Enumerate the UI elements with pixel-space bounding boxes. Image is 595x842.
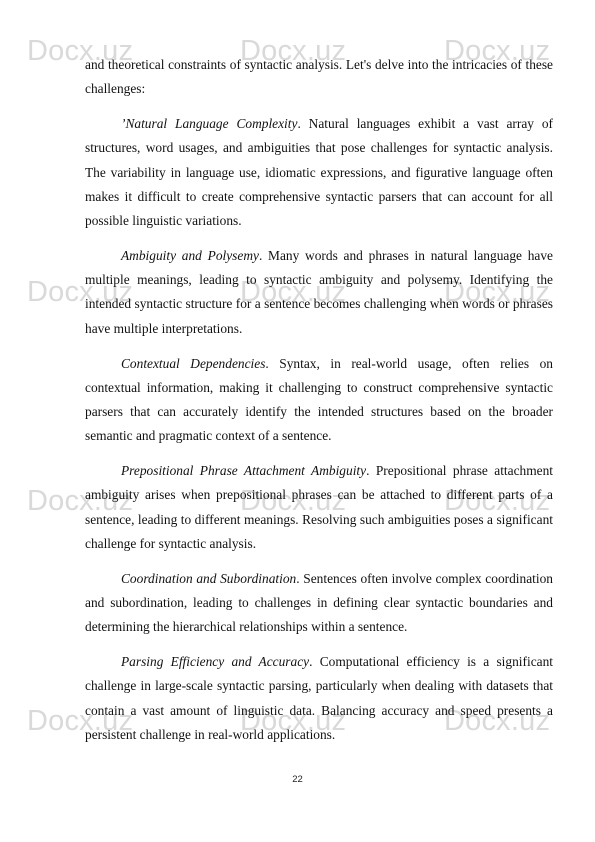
paragraph-heading: Contextual Dependencies [121,355,266,371]
paragraph-heading: Ambiguity and Polysemy [121,248,259,264]
paragraph-parsing-efficiency: Parsing Efficiency and Accuracy. Computa… [85,650,553,747]
paragraph-ambiguity-polysemy: Ambiguity and Polysemy. Many words and p… [85,244,553,341]
paragraph-heading: Parsing Efficiency and Accuracy [121,654,310,670]
paragraph-text: and theoretical constraints of syntactic… [85,57,553,97]
paragraph-heading: Coordination and Subordination [121,570,297,586]
paragraph-contextual-dependencies: Contextual Dependencies. Syntax, in real… [85,352,553,449]
page-number: 22 [292,774,303,785]
paragraph-intro: and theoretical constraints of syntactic… [85,53,553,101]
paragraph-heading: Prepositional Phrase Attachment Ambiguit… [121,463,367,479]
paragraph-heading: ’Natural Language Complexity [121,116,298,132]
paragraph-natural-language-complexity: ’Natural Language Complexity. Natural la… [85,112,553,233]
paragraph-coordination-subordination: Coordination and Subordination. Sentence… [85,567,553,640]
paragraph-pp-attachment: Prepositional Phrase Attachment Ambiguit… [85,459,553,556]
paragraph-text: . Natural languages exhibit a vast array… [85,116,553,229]
body-text: and theoretical constraints of syntactic… [85,53,553,758]
document-page: Docx.uz Docx.uz Docx.uz Docx.uz Docx.uz … [0,0,595,842]
